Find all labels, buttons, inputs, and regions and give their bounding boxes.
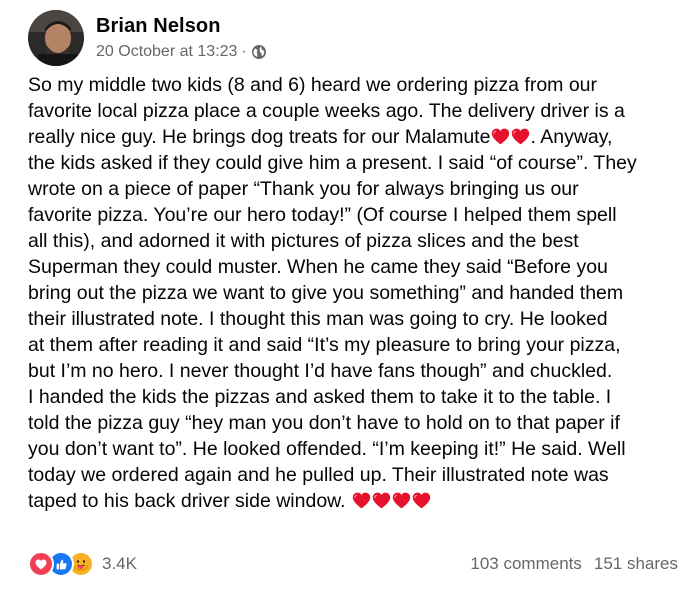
- post-line: you don’t want to”. He looked offended. …: [28, 438, 626, 460]
- post-line-text: . Anyway,: [530, 126, 613, 148]
- post-line-text: really nice guy. He brings dog treats fo…: [28, 126, 491, 148]
- post-line: wrote on a piece of paper “Thank you for…: [28, 178, 579, 200]
- post-line: at them after reading it and said “It’s …: [28, 334, 621, 356]
- red-heart-icon: [352, 491, 371, 510]
- post-line: favorite local pizza place a couple week…: [28, 100, 625, 122]
- reaction-count[interactable]: 3.4K: [102, 554, 137, 574]
- post-line: Superman they could muster. When he came…: [28, 256, 608, 278]
- comments-count[interactable]: 103 comments: [470, 554, 582, 574]
- post-line: taped to his back driver side window.: [28, 488, 694, 514]
- post-line: told the pizza guy “hey man you don’t ha…: [28, 412, 620, 434]
- reactions-summary[interactable]: 3.4K: [28, 551, 137, 577]
- post-line: the kids asked if they could give him a …: [28, 152, 637, 174]
- red-heart-icon: [372, 491, 391, 510]
- globe-icon[interactable]: [251, 44, 267, 60]
- red-heart-icon: [511, 127, 530, 146]
- post-timestamp[interactable]: 20 October at 13:23: [96, 41, 237, 63]
- red-heart-icon: [491, 127, 510, 146]
- post-line: their illustrated note. I thought this m…: [28, 308, 608, 330]
- post-line: So my middle two kids (8 and 6) heard we…: [28, 74, 598, 96]
- author-avatar[interactable]: [28, 10, 84, 66]
- post-line-text: taped to his back driver side window.: [28, 490, 352, 512]
- post-body: So my middle two kids (8 and 6) heard we…: [28, 72, 694, 514]
- post-line: but I’m no hero. I never thought I’d hav…: [28, 360, 613, 382]
- red-heart-icon: [392, 491, 411, 510]
- post-footer: 3.4K 103 comments 151 shares: [28, 546, 678, 582]
- post-line: favorite pizza. You’re our hero today!” …: [28, 204, 617, 226]
- shares-count[interactable]: 151 shares: [594, 554, 678, 574]
- post-line: today we ordered again and he pulled up.…: [28, 464, 609, 486]
- author-name[interactable]: Brian Nelson: [96, 13, 267, 39]
- red-heart-icon: [412, 491, 431, 510]
- post-line: I handed the kids the pizzas and asked t…: [28, 386, 612, 408]
- post-line: really nice guy. He brings dog treats fo…: [28, 124, 694, 150]
- love-reaction-icon[interactable]: [28, 551, 54, 577]
- post-line: all this), and adorned it with pictures …: [28, 230, 579, 252]
- separator-dot: ·: [241, 43, 247, 60]
- post-line: bring out the pizza we want to give you …: [28, 282, 624, 304]
- post-header: Brian Nelson 20 October at 13:23 ·: [28, 8, 267, 68]
